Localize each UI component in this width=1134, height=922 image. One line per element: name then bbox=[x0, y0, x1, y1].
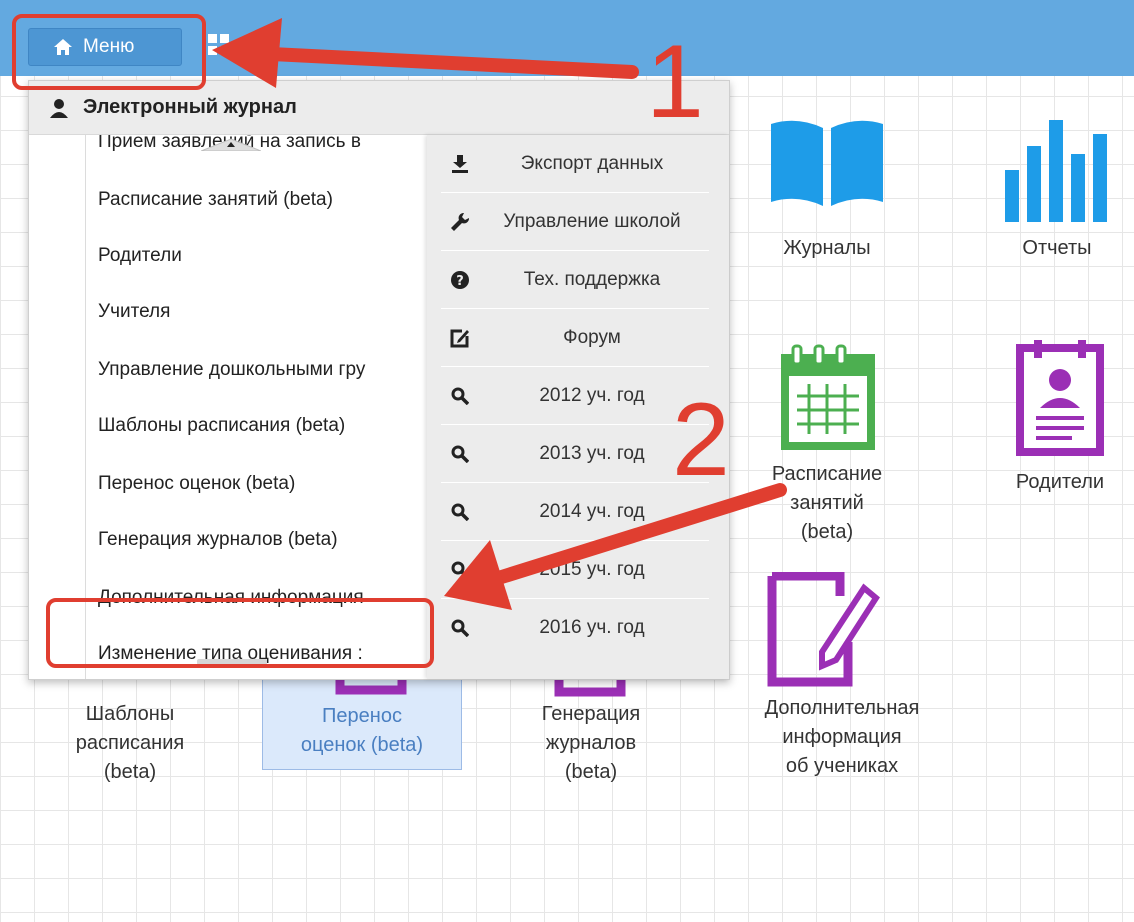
menu-item-support-label: Тех. поддержка bbox=[523, 268, 661, 290]
left-item-teachers[interactable]: Учителя bbox=[98, 301, 170, 323]
search-icon bbox=[451, 503, 469, 521]
tile-parents-label: Родители bbox=[1015, 471, 1105, 493]
menu-item-forum[interactable]: Форум bbox=[441, 309, 709, 367]
wrench-icon bbox=[451, 212, 470, 231]
tile-templates-label-2: расписания bbox=[75, 732, 185, 754]
menu-item-school-management[interactable]: Управление школой bbox=[441, 193, 709, 251]
search-icon bbox=[451, 561, 469, 579]
tile-transfer-label-1: Перенос bbox=[322, 705, 402, 727]
svg-text:?: ? bbox=[456, 274, 464, 289]
main-dropdown-menu: Электронный журнал Прием заявлений на за… bbox=[28, 80, 730, 680]
menu-item-year-2014-label: 2014 уч. год bbox=[539, 500, 645, 522]
left-item-transfer[interactable]: Перенос оценок (beta) bbox=[98, 473, 295, 495]
search-icon bbox=[451, 619, 469, 637]
menu-item-support[interactable]: ? Тех. поддержка bbox=[441, 251, 709, 309]
annotation-step-2: 2 bbox=[672, 382, 730, 498]
tile-reports[interactable]: Отчеты bbox=[982, 118, 1132, 263]
menu-item-export-label: Экспорт данных bbox=[520, 152, 664, 174]
left-item-parents[interactable]: Родители bbox=[98, 245, 182, 267]
menu-item-year-2016-label: 2016 уч. год bbox=[539, 617, 645, 638]
bar-chart-icon bbox=[1005, 120, 1107, 222]
edit-icon bbox=[450, 329, 469, 347]
left-item-generation[interactable]: Генерация журналов (beta) bbox=[98, 529, 338, 551]
tile-schedule[interactable]: Расписание занятий (beta) bbox=[742, 340, 912, 547]
search-icon bbox=[451, 445, 469, 463]
dropdown-title: Электронный журнал bbox=[83, 96, 297, 118]
menu-item-export[interactable]: Экспорт данных bbox=[441, 135, 709, 193]
tile-schedule-label-3: (beta) bbox=[800, 521, 854, 543]
question-circle-icon: ? bbox=[451, 270, 469, 289]
callout-grading-type bbox=[46, 598, 434, 668]
callout-menu-button bbox=[12, 14, 206, 90]
tile-extra-info-label-2: информация bbox=[782, 726, 902, 748]
scroll-up-arrow[interactable] bbox=[201, 137, 261, 151]
tile-journals-label: Журналы bbox=[783, 237, 871, 259]
tile-templates-label-1: Шаблоны bbox=[85, 703, 175, 725]
tile-extra-info[interactable]: Дополнительная информация об учениках bbox=[742, 572, 942, 781]
grid-icon[interactable] bbox=[208, 34, 230, 56]
annotation-step-1: 1 bbox=[646, 24, 704, 140]
tile-extra-info-label-1: Дополнительная bbox=[764, 697, 920, 719]
left-item-schedule[interactable]: Расписание занятий (beta) bbox=[98, 189, 333, 211]
tile-generation-label-1: Генерация bbox=[541, 703, 641, 725]
menu-item-year-2015-label: 2015 уч. год bbox=[539, 558, 645, 580]
book-icon bbox=[771, 120, 883, 206]
tile-transfer-label-2: оценок (beta) bbox=[300, 734, 424, 756]
tile-generation-label-2: журналов bbox=[545, 732, 637, 754]
menu-item-year-2016[interactable]: 2016 уч. год bbox=[441, 599, 709, 657]
menu-item-year-2015[interactable]: 2015 уч. год bbox=[441, 541, 709, 599]
document-edit-icon bbox=[767, 572, 880, 687]
tile-reports-label: Отчеты bbox=[1022, 237, 1092, 259]
left-item-preschool[interactable]: Управление дошкольными гру bbox=[98, 359, 365, 381]
tile-templates-label-3: (beta) bbox=[103, 761, 157, 783]
menu-item-school-management-label: Управление школой bbox=[503, 210, 681, 232]
tile-parents[interactable]: Родители bbox=[990, 336, 1130, 497]
left-item-templates[interactable]: Шаблоны расписания (beta) bbox=[98, 415, 345, 437]
menu-item-year-2014[interactable]: 2014 уч. год bbox=[441, 483, 709, 541]
menu-item-year-2012[interactable]: 2012 уч. год bbox=[441, 367, 709, 425]
tile-schedule-label-1: Расписание bbox=[771, 463, 883, 485]
user-icon bbox=[50, 98, 68, 118]
download-icon bbox=[452, 154, 468, 173]
tile-schedule-label-2: занятий bbox=[790, 492, 864, 514]
search-icon bbox=[451, 387, 469, 405]
parent-card-icon bbox=[1016, 340, 1104, 456]
tile-generation-label-3: (beta) bbox=[564, 761, 618, 783]
tile-extra-info-label-3: об учениках bbox=[785, 755, 899, 777]
tile-journals[interactable]: Журналы bbox=[742, 118, 912, 263]
menu-item-year-2013[interactable]: 2013 уч. год bbox=[441, 425, 709, 483]
calendar-icon bbox=[781, 344, 875, 450]
menu-item-forum-label: Форум bbox=[563, 326, 621, 348]
